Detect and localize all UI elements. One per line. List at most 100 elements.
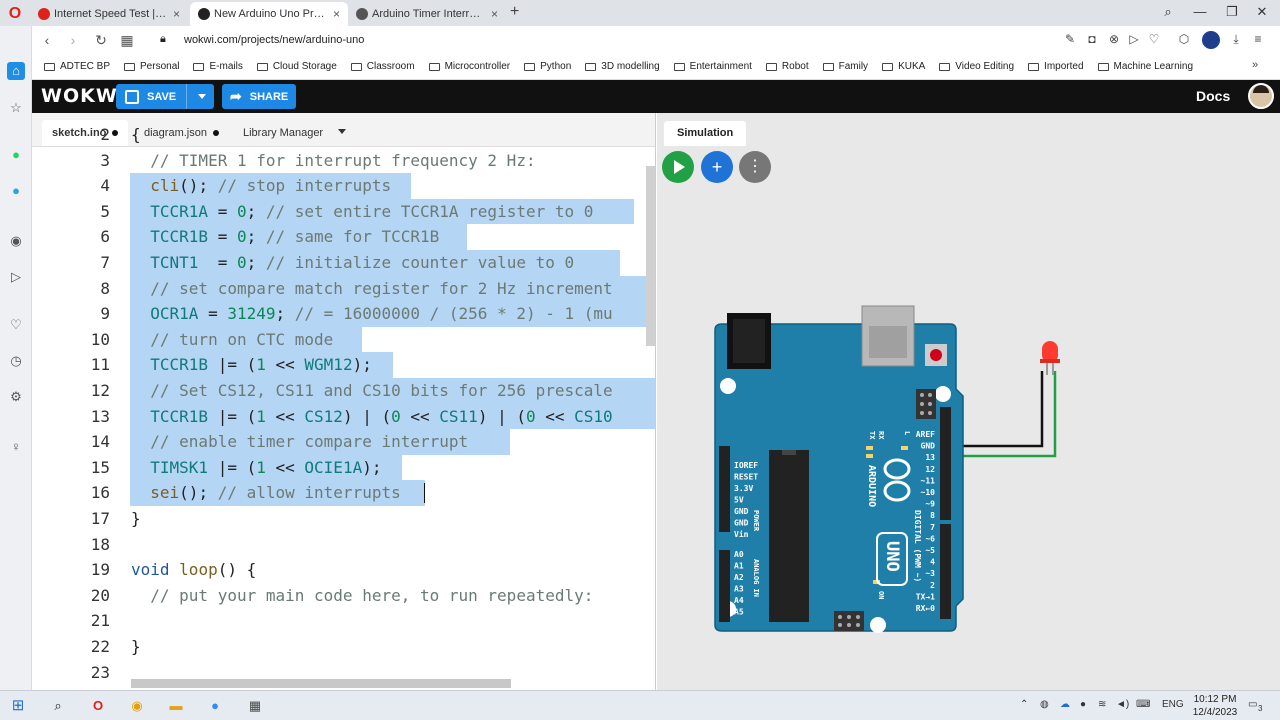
share-button[interactable]: ➦ SHARE — [222, 84, 296, 109]
language-indicator[interactable]: ENG — [1162, 699, 1184, 710]
volume-icon[interactable]: ◄) — [1116, 699, 1129, 710]
code-line[interactable]: 8 // set compare match register for 2 Hz… — [32, 275, 655, 302]
code-line[interactable]: 4 cli(); // stop interrupts — [32, 173, 655, 199]
bookmark-item[interactable]: Imported — [1028, 61, 1084, 72]
code-line[interactable]: 18 — [32, 532, 655, 558]
play-icon[interactable]: ▷ — [1126, 32, 1142, 46]
microphone-icon[interactable]: ● — [1080, 699, 1086, 710]
chrome-taskbar-icon[interactable]: ◉ — [127, 696, 147, 716]
code-line[interactable]: 22} — [32, 634, 655, 660]
code-line[interactable]: 3 // TIMER 1 for interrupt frequency 2 H… — [32, 148, 655, 174]
bookmarks-more-icon[interactable]: » — [1252, 59, 1258, 71]
bookmark-item[interactable]: Robot — [765, 61, 809, 72]
code-text[interactable]: // Set CS12, CS11 and CS10 bits for 256 … — [131, 378, 612, 404]
code-text[interactable]: // TIMER 1 for interrupt frequency 2 Hz: — [131, 148, 535, 174]
power-header[interactable] — [719, 446, 730, 532]
bookmark-item[interactable]: Family — [822, 61, 868, 72]
code-line[interactable]: 12 // Set CS12, CS11 and CS10 bits for 2… — [32, 378, 655, 404]
add-part-button[interactable]: + — [701, 151, 733, 183]
bookmark-item[interactable]: 3D modelling — [585, 61, 660, 72]
heart-icon[interactable]: ♡ — [7, 316, 25, 334]
red-led[interactable] — [1040, 341, 1060, 375]
network-status-icon[interactable]: ◍ — [1040, 699, 1049, 710]
code-line[interactable]: 15 TIMSK1 |= (1 << OCIE1A); — [32, 454, 655, 481]
code-text[interactable]: TCCR1A = 0; // set entire TCCR1A registe… — [131, 199, 593, 225]
bookmark-item[interactable]: Python — [524, 61, 571, 72]
bookmark-item[interactable]: Classroom — [350, 61, 415, 72]
profile-avatar[interactable] — [1202, 31, 1220, 49]
code-text[interactable]: // put your main code here, to run repea… — [131, 583, 593, 609]
tab-wokwi[interactable]: New Arduino Uno Project × — [190, 2, 348, 26]
history-icon[interactable]: ◷ — [7, 352, 25, 370]
settings-icon[interactable]: ⚙ — [7, 388, 25, 406]
keyboard-icon[interactable]: ⌨ — [1136, 699, 1150, 710]
opera-taskbar-icon[interactable]: O — [88, 696, 108, 716]
bookmark-item[interactable]: Microcontroller — [428, 61, 510, 72]
code-line[interactable]: 7 TCNT1 = 0; // initialize counter value… — [32, 250, 655, 276]
search-icon[interactable]: ⌕ — [48, 696, 68, 716]
home-icon[interactable]: ⌂ — [7, 62, 25, 80]
code-line[interactable]: 20 // put your main code here, to run re… — [32, 583, 655, 609]
code-line[interactable]: 14 // enable timer compare interrupt — [32, 429, 655, 455]
menu-icon[interactable]: ≡ — [1250, 32, 1266, 46]
reload-icon[interactable]: ↻ — [92, 32, 110, 49]
code-line[interactable]: 10 // turn on CTC mode — [32, 326, 655, 353]
bookmark-item[interactable]: E-mails — [193, 61, 243, 72]
save-button[interactable]: SAVE — [116, 84, 214, 109]
chevron-up-icon[interactable]: ⌃ — [1020, 699, 1028, 710]
code-text[interactable]: { — [131, 122, 141, 148]
close-tab-icon[interactable]: × — [485, 7, 498, 21]
code-line[interactable]: 17} — [32, 506, 655, 532]
digital-header-2[interactable] — [940, 524, 951, 619]
wifi-icon[interactable]: ≋ — [1098, 699, 1106, 710]
bookmark-item[interactable]: Personal — [124, 61, 179, 72]
vpn-icon[interactable]: ⊗ — [1106, 32, 1122, 46]
bookmark-item[interactable]: Video Editing — [939, 61, 1014, 72]
player-icon[interactable]: ◉ — [7, 232, 25, 250]
whatsapp-icon[interactable]: ● — [7, 146, 25, 164]
code-text[interactable]: TIMSK1 |= (1 << OCIE1A); — [131, 455, 381, 481]
tab-simulation[interactable]: Simulation — [664, 121, 747, 146]
code-line[interactable]: 5 TCCR1A = 0; // set entire TCCR1A regis… — [32, 198, 655, 225]
close-tab-icon[interactable]: × — [167, 7, 180, 21]
more-options-button[interactable]: ⋮ — [739, 151, 771, 183]
horizontal-scrollbar[interactable] — [131, 679, 511, 688]
zoom-icon[interactable]: ● — [205, 696, 225, 716]
send-icon[interactable]: ▷ — [7, 268, 25, 286]
forward-icon[interactable]: › — [64, 32, 82, 48]
code-text[interactable]: TCNT1 = 0; // initialize counter value t… — [131, 250, 574, 276]
camera-icon[interactable]: ◘ — [1084, 32, 1100, 46]
search-tabs-icon[interactable]: ⌕ — [1158, 4, 1178, 20]
docs-link[interactable]: Docs — [1196, 88, 1230, 104]
telegram-icon[interactable]: ● — [7, 182, 25, 200]
extension-icon[interactable]: ⬡ — [1176, 32, 1192, 46]
code-line[interactable]: 6 TCCR1B = 0; // same for TCCR1B — [32, 224, 655, 250]
tab-fast-com[interactable]: Internet Speed Test | Fast.com × — [30, 2, 188, 26]
maximize-icon[interactable]: ❐ — [1222, 4, 1242, 20]
windows-start-icon[interactable]: ⊞ — [8, 696, 28, 716]
file-explorer-icon[interactable]: ▬ — [166, 696, 186, 716]
simulation-canvas[interactable]: IOREFRESET3.3V5VGNDGNDVinA0A1A2A3A4A5ARE… — [657, 113, 1280, 690]
code-text[interactable]: // set compare match register for 2 Hz i… — [131, 276, 612, 302]
url-field[interactable]: wokwi.com/projects/new/arduino-uno — [184, 34, 364, 46]
clock-time[interactable]: 10:12 PM — [1192, 694, 1238, 705]
code-text[interactable]: } — [131, 634, 141, 660]
code-line[interactable]: 19 void loop() { — [32, 557, 655, 583]
code-text[interactable]: TCCR1B |= (1 << CS12) | (0 << CS11) | (0… — [131, 404, 612, 430]
notification-icon[interactable]: ▭ — [1248, 699, 1257, 710]
code-line[interactable]: 16 sei(); // allow interrupts — [32, 480, 655, 506]
vertical-scrollbar[interactable] — [646, 166, 655, 346]
code-text[interactable]: cli(); // stop interrupts — [131, 173, 391, 199]
code-text[interactable]: // turn on CTC mode — [131, 327, 333, 353]
code-line[interactable]: 21 — [32, 608, 655, 634]
code-text[interactable]: TCCR1B = 0; // same for TCCR1B — [131, 224, 439, 250]
clock-date[interactable]: 12/4/2023 — [1190, 707, 1240, 718]
analog-header[interactable] — [719, 550, 730, 622]
opera-logo-icon[interactable]: O — [6, 5, 24, 23]
start-simulation-button[interactable] — [662, 151, 694, 183]
lightbulb-icon[interactable]: ♀ — [7, 438, 25, 456]
minimize-icon[interactable]: — — [1190, 4, 1210, 19]
arduino-uno-board[interactable]: IOREFRESET3.3V5VGNDGNDVinA0A1A2A3A4A5ARE… — [714, 305, 964, 633]
code-text[interactable]: OCR1A = 31249; // = 16000000 / (256 * 2)… — [131, 301, 612, 327]
reset-button[interactable] — [930, 349, 942, 361]
